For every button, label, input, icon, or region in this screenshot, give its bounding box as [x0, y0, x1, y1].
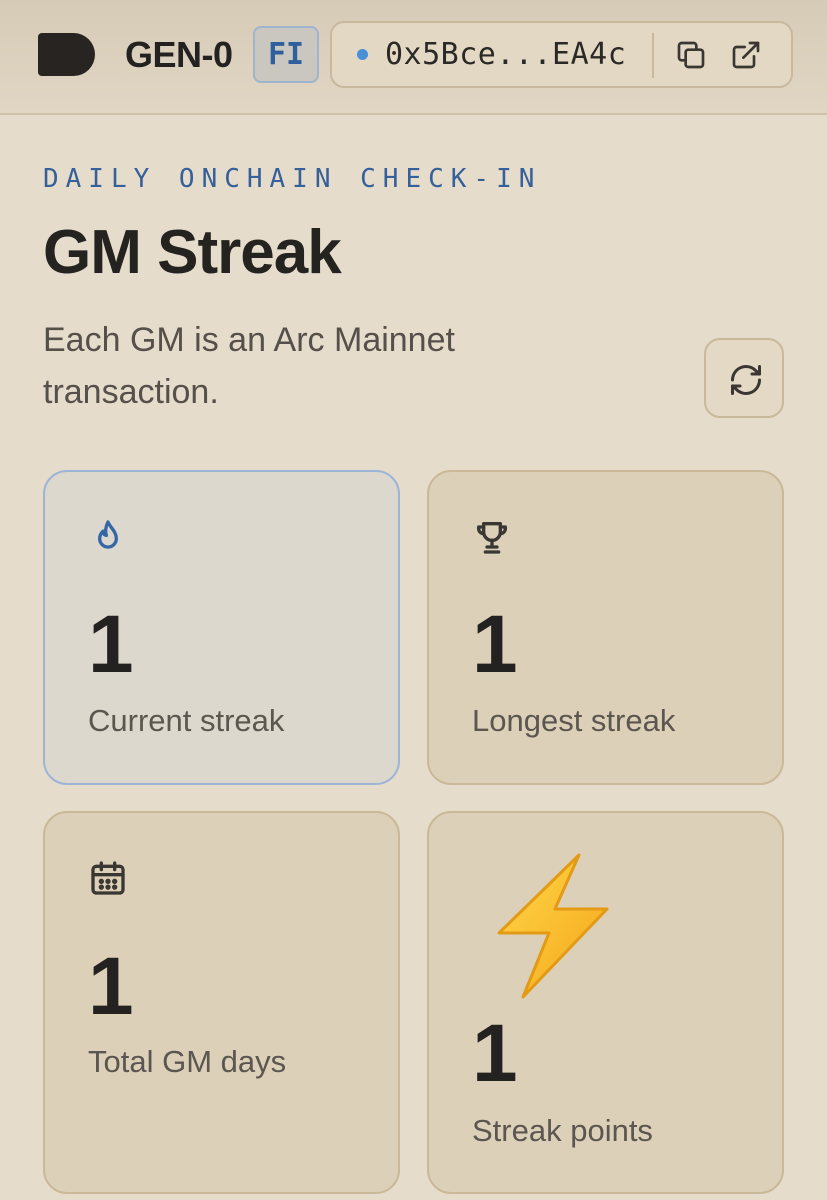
copy-icon[interactable]	[675, 39, 707, 71]
page-subtitle: Each GM is an Arc Mainnet transaction.	[43, 321, 455, 411]
refresh-icon	[731, 365, 761, 395]
refresh-button[interactable]	[704, 338, 784, 418]
app-logo[interactable]	[38, 33, 95, 76]
connection-status-dot	[357, 49, 368, 60]
longest-streak-value: 1	[472, 599, 518, 690]
section-kicker: DAILY ONCHAIN CHECK-IN	[43, 164, 542, 194]
streak-points-value: 1	[472, 1008, 518, 1099]
wallet-divider	[652, 33, 654, 78]
flame-icon	[98, 520, 119, 549]
total-gm-days-value: 1	[88, 941, 134, 1032]
brand-name: GEN-0	[125, 34, 233, 75]
current-streak-card: 1 Current streak	[43, 470, 400, 785]
longest-streak-label: Longest streak	[472, 703, 676, 738]
streak-points-label: Streak points	[472, 1113, 653, 1148]
current-streak-label: Current streak	[88, 703, 285, 738]
trophy-icon	[477, 522, 507, 554]
total-gm-days-label: Total GM days	[88, 1044, 287, 1079]
streak-points-card: 1 Streak points	[427, 811, 784, 1194]
page-title: GM Streak	[43, 218, 342, 287]
longest-streak-card: 1 Longest streak	[427, 470, 784, 785]
top-bar: GEN-0 FI 0x5Bce...EA4c	[0, 0, 827, 115]
lightning-icon	[497, 853, 609, 999]
calendar-icon	[91, 861, 125, 895]
wallet-pill[interactable]: 0x5Bce...EA4c	[330, 21, 793, 88]
wallet-address[interactable]: 0x5Bce...EA4c	[385, 35, 626, 75]
external-link-icon[interactable]	[730, 39, 762, 71]
current-streak-value: 1	[88, 599, 134, 690]
total-gm-days-card: 1 Total GM days	[43, 811, 400, 1194]
language-button[interactable]: FI	[253, 26, 319, 83]
